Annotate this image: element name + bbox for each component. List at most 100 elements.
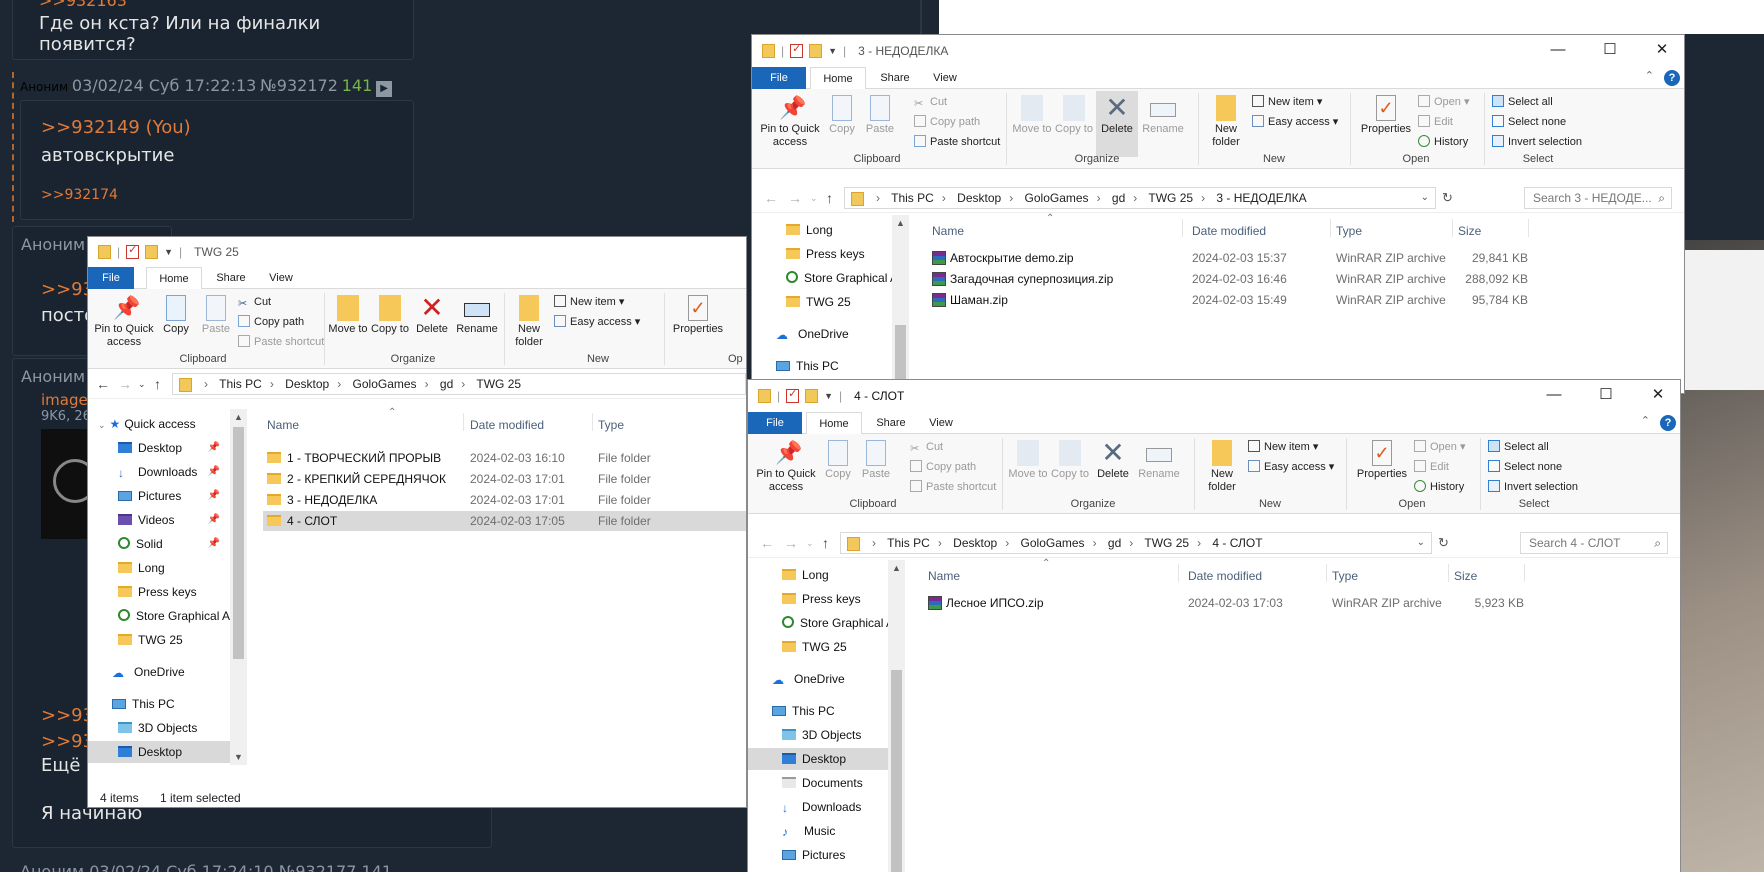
cut-button[interactable]: ✂ Cut — [238, 295, 271, 310]
breadcrumb-item[interactable]: Desktop — [953, 536, 997, 550]
edit-button[interactable]: Edit — [1414, 460, 1449, 474]
breadcrumb-item[interactable]: Desktop — [285, 377, 329, 391]
breadcrumb-item[interactable]: gd — [1108, 536, 1121, 550]
quick-access-dropdown-icon[interactable]: ▼ — [824, 391, 833, 401]
collapse-ribbon-icon[interactable]: ⌃ — [1641, 414, 1650, 427]
back-button[interactable]: ← — [764, 190, 778, 206]
close-button[interactable]: ✕ — [1640, 35, 1684, 65]
recent-locations-button[interactable]: ⌄ — [810, 193, 818, 204]
paste-shortcut-button[interactable]: Paste shortcut — [238, 335, 324, 349]
paste-shortcut-button[interactable]: Paste shortcut — [914, 135, 1000, 149]
breadcrumb-item[interactable]: TWG 25 — [476, 377, 521, 391]
properties-button[interactable]: ✓ Properties — [1352, 440, 1412, 481]
up-button[interactable]: ↑ — [826, 190, 833, 206]
invert-selection-button[interactable]: Invert selection — [1492, 135, 1582, 149]
properties-quick-icon[interactable] — [786, 387, 800, 403]
new-folder-quick-icon[interactable] — [805, 389, 819, 403]
forward-button[interactable]: → — [784, 535, 798, 551]
up-button[interactable]: ↑ — [822, 535, 829, 551]
up-button[interactable]: ↑ — [154, 376, 161, 392]
new-folder-button[interactable]: New folder — [1200, 440, 1244, 494]
tab-view[interactable]: View — [258, 267, 304, 289]
address-bar[interactable]: › This PC › Desktop › GoloGames › gd › TWG 2… — [840, 532, 1432, 554]
scrollbar-thumb[interactable] — [891, 670, 902, 872]
help-icon[interactable]: ? — [1664, 70, 1680, 86]
file-row[interactable]: Шаман.zip 2024-02-03 15:49 WinRAR ZIP ar… — [928, 290, 1528, 310]
breadcrumb-item[interactable]: 3 - НЕДОДЕЛКА — [1216, 191, 1306, 205]
back-button[interactable]: ← — [760, 535, 774, 551]
tab-home[interactable]: Home — [146, 267, 202, 290]
breadcrumb-item[interactable]: TWG 25 — [1148, 191, 1193, 205]
nav-item-onedrive[interactable]: ☁ OneDrive — [748, 668, 888, 690]
new-folder-quick-icon[interactable] — [145, 245, 159, 259]
copy-path-button[interactable]: Copy path — [910, 460, 976, 474]
title-bar[interactable]: | ▼ | TWG 25 — [88, 237, 746, 267]
column-header-size[interactable]: Size — [1458, 219, 1481, 243]
file-row[interactable]: 2 - КРЕПКИЙ СЕРЕДНЯЧОК 2024-02-03 17:01 … — [263, 469, 746, 489]
column-header-type[interactable]: Type — [1336, 219, 1362, 243]
nav-scrollbar[interactable]: ▲ — [892, 215, 909, 393]
nav-scrollbar[interactable]: ▲ — [888, 560, 905, 872]
nav-item-this-pc[interactable]: This PC — [752, 355, 892, 377]
nav-item-desktop[interactable]: Desktop — [748, 748, 888, 770]
copy-path-button[interactable]: Copy path — [914, 115, 980, 129]
properties-quick-icon[interactable] — [126, 243, 140, 259]
close-button[interactable]: ✕ — [1636, 380, 1680, 410]
tab-home[interactable]: Home — [806, 412, 862, 435]
history-button[interactable]: History — [1418, 135, 1468, 149]
recent-locations-button[interactable]: ⌄ — [806, 538, 814, 549]
move-to-button[interactable]: Move to — [1008, 440, 1048, 481]
rename-button[interactable]: Rename — [1140, 95, 1186, 136]
tab-file[interactable]: File — [748, 412, 802, 434]
column-header-date[interactable]: Date modified — [470, 413, 544, 437]
select-all-button[interactable]: Select all — [1492, 95, 1553, 109]
tab-file[interactable]: File — [752, 67, 806, 89]
explorer-window-nedodelka[interactable]: | ▼ | 3 - НЕДОДЕЛКА — ☐ ✕ File Home Shar… — [751, 34, 1685, 394]
rename-button[interactable]: Rename — [1136, 440, 1182, 481]
breadcrumb-item[interactable]: GoloGames — [1021, 536, 1085, 550]
column-header-type[interactable]: Type — [1332, 564, 1358, 588]
breadcrumb-item[interactable]: Desktop — [957, 191, 1001, 205]
address-dropdown-icon[interactable]: ⌄ — [1421, 188, 1429, 208]
select-none-button[interactable]: Select none — [1492, 115, 1566, 129]
scroll-up-icon[interactable]: ▲ — [230, 409, 247, 425]
copy-button[interactable]: Copy — [820, 440, 856, 481]
nav-item-downloads[interactable]: ↓ Downloads — [748, 796, 888, 818]
new-item-button[interactable]: New item ▾ — [554, 295, 624, 309]
history-button[interactable]: History — [1414, 480, 1464, 494]
refresh-icon[interactable]: ↻ — [1438, 535, 1449, 551]
paste-shortcut-button[interactable]: Paste shortcut — [910, 480, 996, 494]
invert-selection-button[interactable]: Invert selection — [1488, 480, 1578, 494]
select-none-button[interactable]: Select none — [1488, 460, 1562, 474]
delete-button[interactable]: ✕ Delete — [1092, 439, 1134, 481]
nav-item-3d-objects[interactable]: 3D Objects — [748, 724, 888, 746]
copy-button[interactable]: Copy — [156, 295, 196, 336]
nav-item-music[interactable]: ♪ Music — [748, 820, 888, 842]
tab-share[interactable]: Share — [206, 267, 256, 289]
easy-access-button[interactable]: Easy access ▾ — [1248, 460, 1334, 474]
minimize-button[interactable]: — — [1532, 380, 1576, 410]
paste-button[interactable]: Paste — [862, 95, 898, 136]
rename-button[interactable]: Rename — [454, 295, 500, 336]
nav-item-long[interactable]: Long — [748, 564, 888, 586]
nav-item-solid[interactable]: Solid 📌 — [88, 533, 230, 555]
move-to-button[interactable]: Move to — [1012, 95, 1052, 136]
open-button[interactable]: Open ▾ — [1418, 95, 1470, 109]
address-dropdown-icon[interactable]: ⌄ — [1417, 533, 1425, 553]
breadcrumb-item[interactable]: gd — [1112, 191, 1125, 205]
edit-button[interactable]: Edit — [1418, 115, 1453, 129]
nav-item-desktop[interactable]: Desktop 📌 — [88, 437, 230, 459]
file-row-selected[interactable]: 4 - СЛОТ 2024-02-03 17:05 File folder — [263, 511, 746, 531]
nav-item-press-keys[interactable]: Press keys — [752, 243, 892, 265]
nav-item-videos[interactable]: Videos 📌 — [88, 509, 230, 531]
tab-home[interactable]: Home — [810, 67, 866, 90]
paste-button[interactable]: Paste — [858, 440, 894, 481]
new-item-button[interactable]: New item ▾ — [1248, 440, 1318, 454]
tab-view[interactable]: View — [922, 67, 968, 89]
new-item-button[interactable]: New item ▾ — [1252, 95, 1322, 109]
file-row[interactable]: 1 - ТВОРЧЕСКИЙ ПРОРЫВ 2024-02-03 16:10 F… — [263, 448, 746, 468]
file-row[interactable]: Автоскрытие demo.zip 2024-02-03 15:37 Wi… — [928, 248, 1528, 268]
post-number[interactable]: №932172 — [260, 76, 338, 95]
easy-access-button[interactable]: Easy access ▾ — [554, 315, 640, 329]
nav-item-downloads[interactable]: ↓ Downloads 📌 — [88, 461, 230, 483]
